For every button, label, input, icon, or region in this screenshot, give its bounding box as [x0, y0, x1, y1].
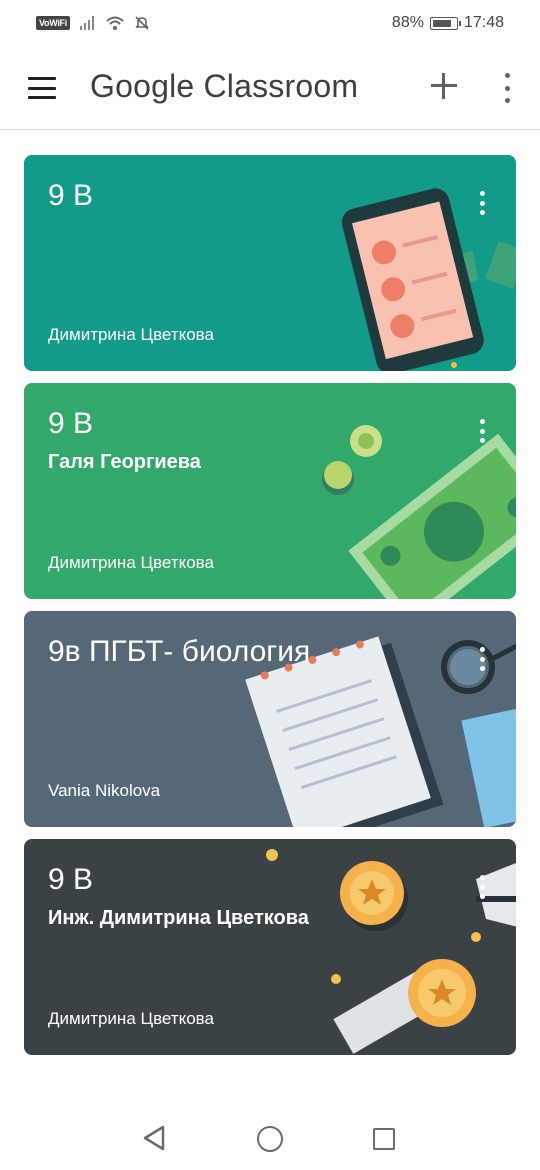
- card-more-icon[interactable]: [478, 647, 486, 671]
- class-card[interactable]: 9 В Инж. Димитрина Цветкова Димитрина Цв…: [24, 839, 516, 1055]
- wifi-icon: [106, 16, 124, 30]
- menu-icon[interactable]: [28, 77, 56, 99]
- class-teacher: Димитрина Цветкова: [48, 325, 214, 344]
- card-more-icon[interactable]: [478, 191, 486, 215]
- battery-percent: 88%: [391, 14, 424, 31]
- class-card[interactable]: 9 В Димитрина Цветкова: [24, 155, 516, 371]
- class-teacher: Димитрина Цветкова: [48, 553, 214, 572]
- battery-icon: [429, 16, 461, 30]
- medals-illustration: [266, 849, 516, 1054]
- card-more-icon[interactable]: [478, 875, 486, 899]
- class-teacher: Димитрина Цветкова: [48, 1009, 214, 1028]
- more-vert-icon[interactable]: [500, 73, 514, 103]
- plus-icon[interactable]: [430, 72, 458, 100]
- app-title: Google Classroom: [90, 68, 359, 104]
- bell-off-icon: [135, 16, 149, 30]
- class-teacher: Vania Nikolova: [48, 781, 161, 800]
- clock: 17:48: [463, 14, 504, 31]
- class-subtitle: Галя Георгиева: [48, 451, 201, 473]
- app-bar: Google Classroom: [0, 46, 540, 130]
- card-more-icon[interactable]: [478, 419, 486, 443]
- phone-illustration: [341, 188, 516, 371]
- status-left: VoWiFi: [36, 15, 150, 31]
- home-icon[interactable]: [257, 1126, 283, 1152]
- signal-icon: [79, 16, 94, 30]
- class-title: 9в ПГБТ- биология: [48, 635, 311, 668]
- status-bar: VoWiFi 88% 17:48: [0, 0, 540, 46]
- class-card[interactable]: 9 В Галя Георгиева Димитрина Цветкова: [24, 383, 516, 599]
- class-title: 9 В: [48, 407, 94, 440]
- money-illustration: [322, 425, 516, 599]
- recent-apps-icon[interactable]: [373, 1128, 395, 1150]
- vowifi-badge: VoWiFi: [36, 16, 70, 30]
- class-subtitle: Инж. Димитрина Цветкова: [48, 907, 309, 929]
- class-card[interactable]: 9в ПГБТ- биология Vania Nikolova: [24, 611, 516, 827]
- class-title: 9 В: [48, 179, 94, 212]
- system-nav-bar: [0, 1100, 540, 1170]
- back-icon[interactable]: [142, 1124, 166, 1152]
- class-title: 9 В: [48, 863, 94, 896]
- status-right: 88% 17:48: [392, 14, 504, 32]
